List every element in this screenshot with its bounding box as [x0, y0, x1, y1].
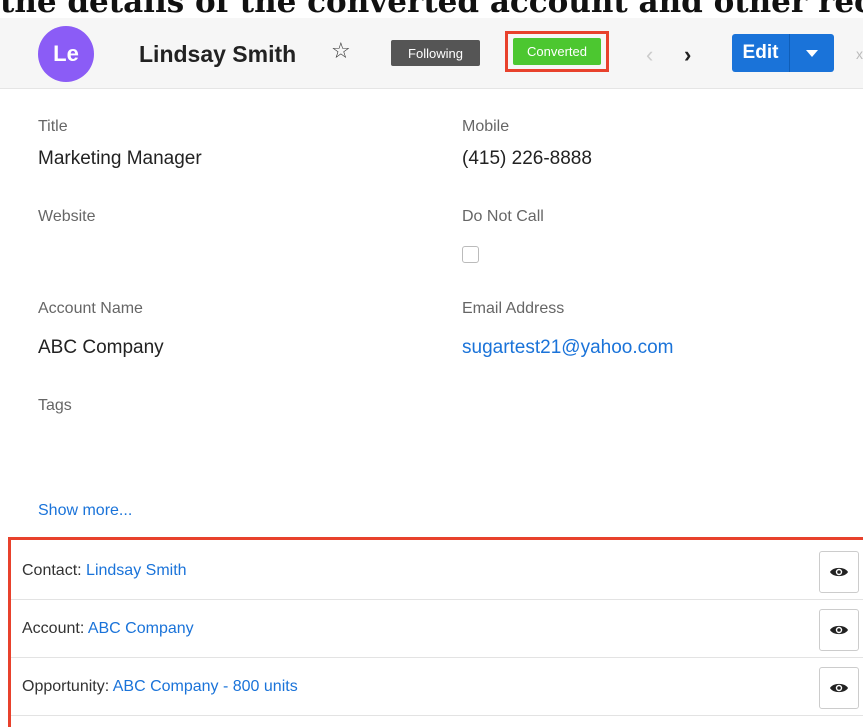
- preview-button[interactable]: [819, 609, 859, 651]
- chevron-right-icon[interactable]: ›: [684, 42, 691, 68]
- related-prefix: Account:: [22, 620, 85, 637]
- related-row-text: Account: ABC Company: [22, 620, 194, 638]
- email-link[interactable]: sugartest21@yahoo.com: [462, 337, 674, 359]
- chevron-left-icon[interactable]: ‹: [646, 42, 653, 68]
- record-title: Lindsay Smith: [139, 41, 297, 67]
- related-row-opportunity: Opportunity: ABC Company - 800 units: [11, 658, 863, 716]
- opportunity-link[interactable]: ABC Company - 800 units: [113, 678, 298, 695]
- do-not-call-checkbox[interactable]: [462, 246, 479, 263]
- eye-icon: [830, 625, 848, 635]
- eye-icon: [830, 567, 848, 577]
- contact-link[interactable]: Lindsay Smith: [86, 562, 187, 579]
- record-header: Le Lindsay Smith ☆ Following Converted ‹…: [0, 18, 863, 89]
- converted-badge: Converted: [513, 38, 601, 65]
- email-label: Email Address: [462, 300, 565, 317]
- account-link[interactable]: ABC Company: [88, 620, 194, 637]
- website-label: Website: [38, 208, 96, 225]
- account-name-label: Account Name: [38, 300, 143, 317]
- show-more-link[interactable]: Show more...: [38, 502, 132, 520]
- related-row-text: Opportunity: ABC Company - 800 units: [22, 678, 298, 696]
- following-button[interactable]: Following: [391, 40, 480, 66]
- caret-down-icon: [806, 49, 818, 57]
- edit-button[interactable]: Edit: [732, 34, 790, 72]
- do-not-call-label: Do Not Call: [462, 208, 544, 225]
- title-label: Title: [38, 118, 68, 135]
- related-prefix: Opportunity:: [22, 678, 110, 695]
- account-name-value: ABC Company: [38, 337, 164, 358]
- preview-button[interactable]: [819, 551, 859, 593]
- related-prefix: Contact:: [22, 562, 82, 579]
- related-row-account: Account: ABC Company: [11, 600, 863, 658]
- page-caption: the details of the converted account and…: [0, 0, 863, 18]
- mobile-value: (415) 226-8888: [462, 148, 592, 169]
- preview-button[interactable]: [819, 667, 859, 709]
- edit-dropdown-button[interactable]: [790, 34, 834, 72]
- star-icon[interactable]: ☆: [331, 38, 351, 64]
- related-row-text: Contact: Lindsay Smith: [22, 562, 187, 580]
- tags-label: Tags: [38, 397, 72, 414]
- title-value: Marketing Manager: [38, 148, 202, 169]
- mobile-label: Mobile: [462, 118, 510, 135]
- eye-icon: [830, 683, 848, 693]
- related-row-contact: Contact: Lindsay Smith: [11, 542, 863, 600]
- avatar: Le: [38, 26, 94, 82]
- header-edge-fragment: x: [856, 46, 863, 62]
